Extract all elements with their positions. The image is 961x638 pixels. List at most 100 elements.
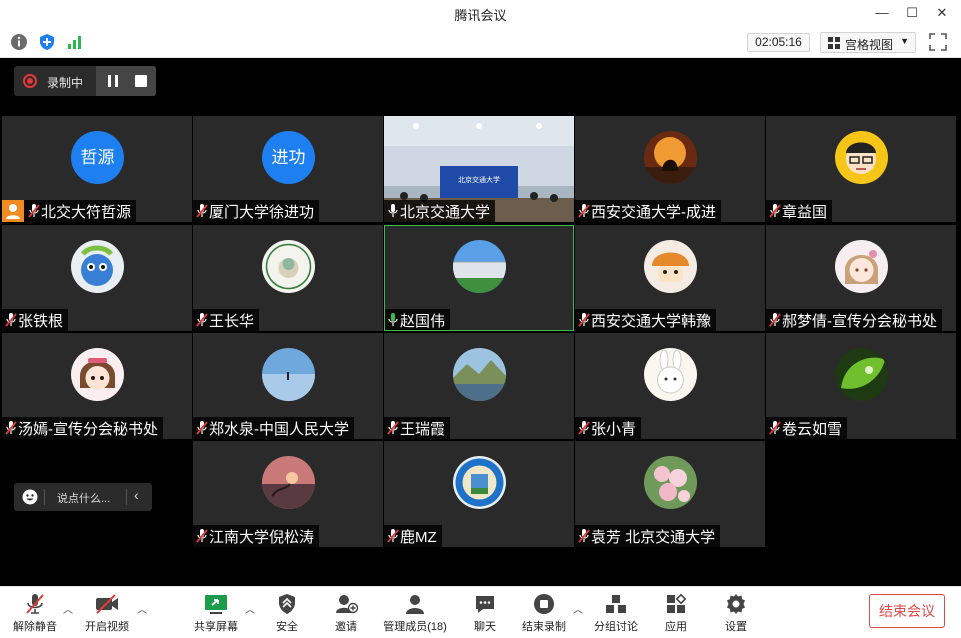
- participant-tile[interactable]: 北京交通大学 北京交通大学: [384, 116, 574, 222]
- mic-muted-icon: [578, 313, 590, 327]
- security-button[interactable]: 安全: [267, 590, 307, 636]
- mic-muted-icon: [196, 204, 208, 218]
- settings-label: 设置: [725, 621, 747, 633]
- fullscreen-icon[interactable]: [929, 33, 947, 51]
- mic-muted-icon: [26, 594, 44, 614]
- chat-placeholder[interactable]: 说点什么...: [57, 490, 110, 506]
- meeting-toolbar: 02:05:16 宫格视图 ▼: [0, 27, 961, 58]
- building-sky-avatar: [453, 240, 506, 293]
- manage-members-button[interactable]: 管理成员(18): [380, 590, 450, 636]
- mic-muted-icon: [769, 313, 781, 327]
- participant-nametag: 西安交通大学韩豫: [575, 309, 717, 331]
- audio-options-arrow[interactable]: ︿: [63, 601, 73, 616]
- participant-tile[interactable]: 江南大学倪松涛: [193, 441, 383, 547]
- recording-controls: [96, 66, 156, 96]
- participant-nametag: 赵国伟: [385, 309, 451, 330]
- video-options-arrow[interactable]: ︿: [137, 601, 147, 616]
- chat-input-bar[interactable]: 说点什么... ‹: [14, 483, 152, 511]
- participant-name: 王长华: [209, 312, 255, 330]
- breakout-rooms-button[interactable]: 分组讨论: [592, 590, 640, 636]
- participant-nametag: 江南大学倪松涛: [193, 525, 320, 547]
- avatar: 进功: [262, 131, 315, 184]
- maximize-button[interactable]: ☐: [900, 2, 924, 24]
- chat-bubble-icon: [476, 596, 494, 613]
- mic-muted-icon: [387, 421, 399, 435]
- recording-label: 录制中: [47, 76, 84, 90]
- divider: [44, 489, 45, 505]
- mic-muted-icon: [196, 313, 208, 327]
- settings-button[interactable]: 设置: [716, 590, 756, 636]
- security-label: 安全: [276, 621, 298, 633]
- emoji-icon[interactable]: [22, 489, 38, 505]
- participant-name: 西安交通大学-成进: [591, 203, 716, 221]
- participant-tile-speaking[interactable]: 赵国伟: [384, 225, 574, 331]
- host-badge-icon: [2, 200, 24, 222]
- participant-tile[interactable]: 鹿MZ: [384, 441, 574, 547]
- blue-lake-avatar: [262, 348, 315, 401]
- share-screen-button[interactable]: 共享屏幕: [191, 590, 241, 636]
- control-bar: 解除静音 ︿ 开启视频 ︿ 共享屏幕 ︿ 安全 邀请 管理成员(18) 聊天 结…: [0, 586, 961, 638]
- shield-icon[interactable]: [38, 33, 56, 51]
- participant-tile[interactable]: 卷云如雪: [766, 333, 956, 439]
- participant-tile[interactable]: 袁芳 北京交通大学: [575, 441, 765, 547]
- participant-tile[interactable]: 西安交通大学-成进: [575, 116, 765, 222]
- stop-record-icon: [534, 594, 554, 614]
- mic-muted-icon: [387, 529, 399, 543]
- participant-name: 卷云如雪: [782, 420, 843, 438]
- participant-name: 汤嫣-宣传分会秘书处: [18, 420, 158, 438]
- dropdown-caret-icon: ▼: [900, 36, 909, 46]
- view-mode-dropdown[interactable]: 宫格视图 ▼: [820, 32, 916, 53]
- apps-button[interactable]: 应用: [656, 590, 696, 636]
- flowers-avatar: [644, 456, 697, 509]
- view-mode-label: 宫格视图: [845, 38, 894, 52]
- participant-tile[interactable]: 进功 厦门大学徐进功: [193, 116, 383, 222]
- stop-recording-button[interactable]: [135, 75, 147, 87]
- green-leaf-avatar: [835, 348, 888, 401]
- participant-tile[interactable]: 张铁根: [2, 225, 192, 331]
- participant-nametag: 郑水泉-中国人民大学: [193, 417, 354, 439]
- participant-tile[interactable]: 汤嫣-宣传分会秘书处: [2, 333, 192, 439]
- participant-nametag: 鹿MZ: [384, 525, 442, 547]
- minimize-button[interactable]: —: [870, 2, 894, 24]
- participant-tile[interactable]: 章益国: [766, 116, 956, 222]
- participant-tile[interactable]: 西安交通大学韩豫: [575, 225, 765, 331]
- participant-tile[interactable]: 王瑞霞: [384, 333, 574, 439]
- participant-name: 北交大符哲源: [41, 203, 132, 221]
- pause-recording-button[interactable]: [108, 75, 118, 87]
- sunset-hand-avatar: [262, 456, 315, 509]
- invite-user-icon: [336, 595, 358, 614]
- invite-button[interactable]: 邀请: [326, 590, 366, 636]
- participant-tile[interactable]: 张小青: [575, 333, 765, 439]
- cartoon-creature-avatar: [71, 240, 124, 293]
- participant-nametag: 袁芳 北京交通大学: [575, 525, 721, 547]
- gear-icon: [727, 594, 745, 614]
- chat-button[interactable]: 聊天: [465, 590, 505, 636]
- divider: [126, 489, 127, 505]
- recording-dot-icon: [23, 74, 37, 88]
- rooster-sunset-avatar: [644, 131, 697, 184]
- chevron-left-icon[interactable]: ‹: [134, 487, 139, 503]
- close-button[interactable]: ✕: [930, 2, 954, 24]
- info-icon[interactable]: [10, 33, 28, 51]
- share-screen-icon: [205, 595, 227, 614]
- window-title: 腾讯会议: [454, 8, 507, 23]
- participant-tile[interactable]: 哲源 北交大符哲源: [2, 116, 192, 222]
- breakout-rooms-label: 分组讨论: [594, 621, 638, 633]
- recording-indicator: 录制中: [14, 66, 156, 96]
- participant-nametag: 西安交通大学-成进: [575, 200, 721, 222]
- participant-name: 郝梦倩-宣传分会秘书处: [782, 312, 937, 330]
- title-bar: 腾讯会议 — ☐ ✕: [0, 0, 961, 27]
- participant-tile[interactable]: 郝梦倩-宣传分会秘书处: [766, 225, 956, 331]
- mic-muted-icon: [769, 421, 781, 435]
- unmute-button[interactable]: 解除静音: [10, 590, 60, 636]
- signal-strength-icon[interactable]: [66, 33, 84, 51]
- participant-tile[interactable]: 郑水泉-中国人民大学: [193, 333, 383, 439]
- end-recording-button[interactable]: 结束录制: [519, 590, 569, 636]
- start-video-button[interactable]: 开启视频: [82, 590, 132, 636]
- end-meeting-button[interactable]: 结束会议: [869, 594, 945, 628]
- mic-on-icon: [388, 204, 398, 217]
- recording-options-arrow[interactable]: ︿: [573, 601, 583, 616]
- mic-on-icon: [388, 313, 398, 326]
- share-options-arrow[interactable]: ︿: [245, 601, 255, 616]
- participant-tile[interactable]: 王长华: [193, 225, 383, 331]
